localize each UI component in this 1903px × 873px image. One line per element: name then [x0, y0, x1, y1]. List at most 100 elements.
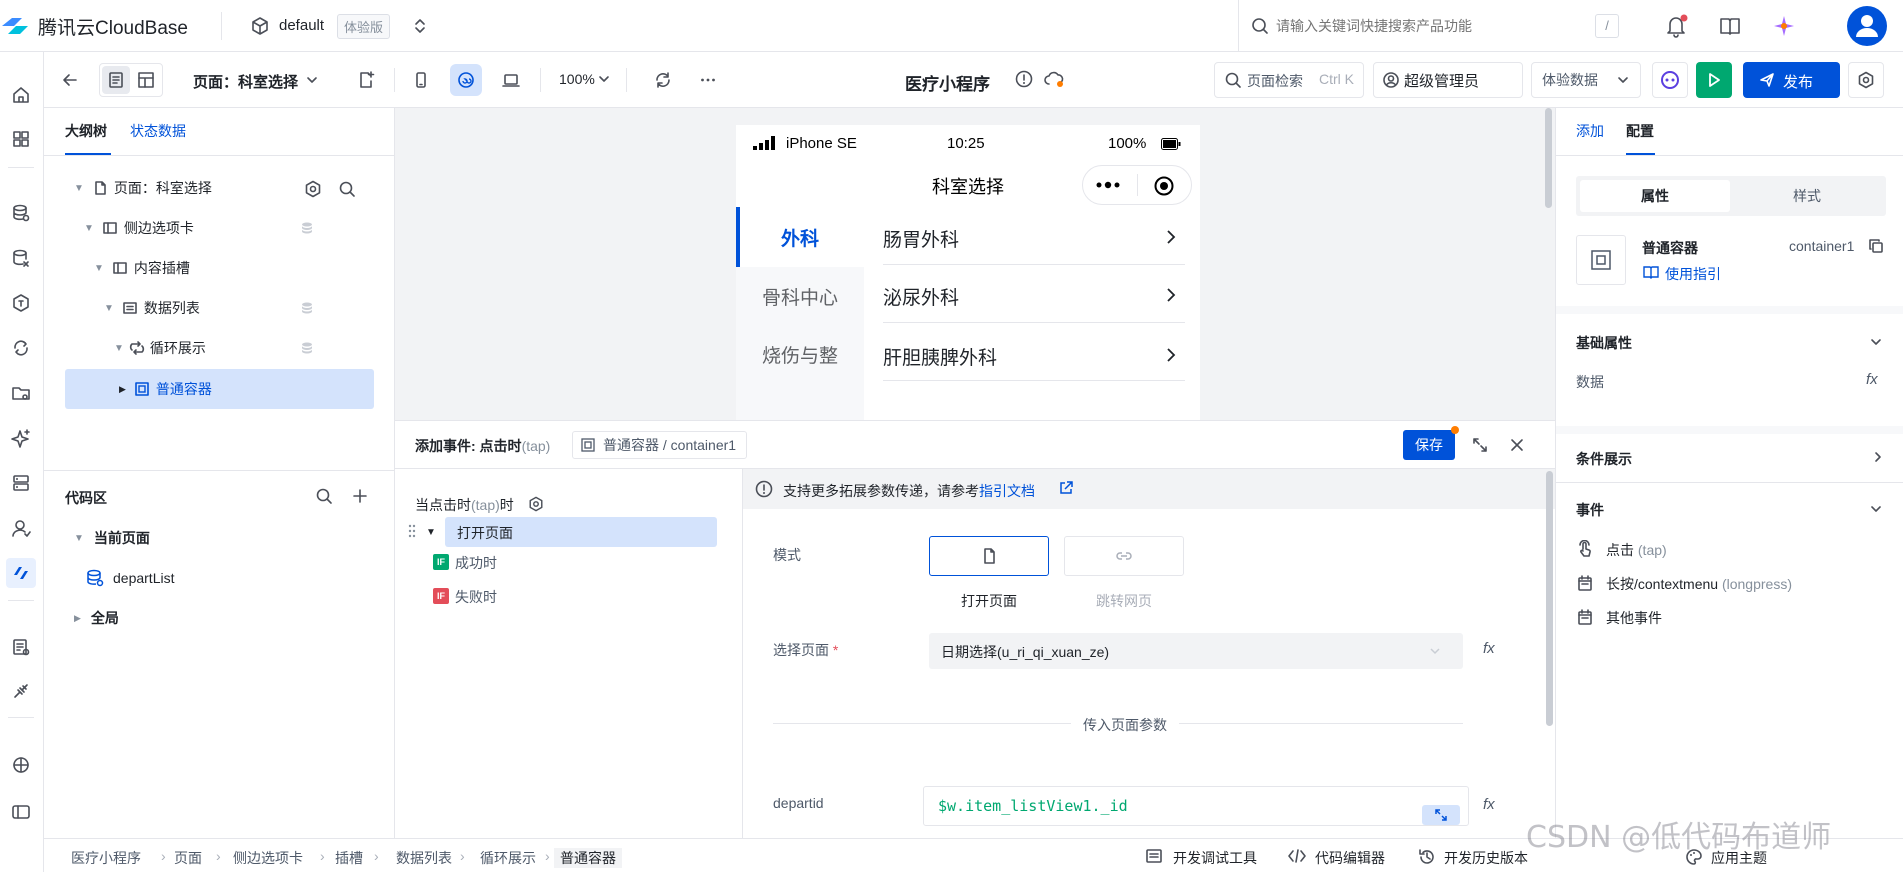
users-icon[interactable] [6, 513, 36, 543]
apps-grid-icon[interactable] [6, 124, 36, 154]
miniprogram-device-icon[interactable] [450, 64, 482, 96]
database-icon[interactable] [6, 198, 36, 228]
breadcrumb-item[interactable]: 页面 [174, 848, 202, 868]
run-preview-button[interactable] [1696, 62, 1732, 98]
code-group-current-page[interactable]: ▼ 当前页面 [74, 520, 384, 556]
tab-config[interactable]: 配置 [1626, 121, 1654, 141]
collapse-sidebar-icon[interactable] [6, 797, 36, 827]
breadcrumb-item[interactable]: 侧边选项卡 [233, 848, 303, 868]
caret-right-icon[interactable]: ▶ [119, 384, 126, 395]
global-search-input[interactable] [1276, 14, 1576, 38]
ai-assistant-icon[interactable] [1772, 14, 1796, 38]
settings-gear-button[interactable] [1848, 62, 1884, 98]
more-horizontal-icon[interactable] [694, 66, 722, 94]
expand-editor-icon[interactable] [1422, 805, 1460, 825]
tree-node-side-tabs[interactable]: ▼ 侧边选项卡 [84, 210, 394, 246]
chevron-down-icon[interactable] [1870, 336, 1882, 348]
side-tab-surgery[interactable]: 外科 [736, 224, 864, 251]
add-code-icon[interactable] [351, 487, 369, 505]
conditional-display-title[interactable]: 条件展示 [1576, 449, 1632, 469]
capsule-menu[interactable] [1082, 165, 1192, 205]
drag-handle-icon[interactable] [407, 523, 417, 539]
fx-expression-button[interactable]: fx [1866, 371, 1878, 388]
back-arrow-icon[interactable] [56, 66, 84, 94]
switch-env-icon[interactable] [413, 16, 427, 36]
event-longpress[interactable]: 长按/contextmenu (longpress) [1606, 574, 1792, 594]
external-link-icon[interactable] [1058, 480, 1074, 496]
layout-icon[interactable] [132, 66, 160, 94]
breadcrumb-item[interactable]: 插槽 [335, 848, 363, 868]
caret-right-icon[interactable]: ▶ [74, 613, 81, 624]
side-tab-orthopedics[interactable]: 骨科中心 [736, 283, 864, 310]
data-model-icon[interactable] [6, 243, 36, 273]
page-settings-icon[interactable] [304, 180, 322, 198]
caret-down-icon[interactable]: ▼ [84, 223, 94, 234]
side-tab-burns[interactable]: 烧伤与整 [736, 341, 864, 368]
trigger-settings-icon[interactable] [528, 496, 544, 512]
list-item[interactable]: 肝胆胰脾外科 [883, 323, 1185, 381]
lowcode-icon[interactable] [6, 558, 36, 588]
tab-state-data[interactable]: 状态数据 [130, 121, 186, 141]
usage-guide-link[interactable]: 使用指引 [1665, 264, 1721, 284]
code-search-icon[interactable] [315, 487, 333, 505]
more-menu-icon[interactable] [1894, 62, 1903, 98]
publish-button[interactable]: 发布 [1743, 62, 1840, 98]
event-click[interactable]: 点击 (tap) [1606, 540, 1667, 560]
chevron-down-icon[interactable] [1870, 503, 1882, 515]
page-list-icon[interactable] [102, 66, 130, 94]
docs-book-icon[interactable] [1718, 14, 1742, 38]
fx-expression-button[interactable]: fx [1483, 640, 1495, 657]
workflow-icon[interactable] [6, 333, 36, 363]
seg-properties[interactable]: 属性 [1580, 180, 1730, 212]
close-icon[interactable] [1508, 436, 1526, 454]
basic-props-title[interactable]: 基础属性 [1576, 333, 1632, 353]
zoom-select[interactable]: 100% [559, 71, 595, 87]
expand-icon[interactable] [1471, 436, 1489, 454]
cloud-sync-icon[interactable] [1042, 67, 1066, 91]
tab-add[interactable]: 添加 [1576, 121, 1604, 141]
history-button[interactable]: 开发历史版本 [1444, 848, 1528, 868]
tree-node-data-list[interactable]: ▼ 数据列表 [104, 290, 414, 326]
mode-web-option[interactable] [1064, 536, 1184, 576]
tree-node-loop[interactable]: ▼ 循环展示 [114, 330, 424, 366]
extensions-icon[interactable] [6, 676, 36, 706]
success-branch[interactable]: 成功时 [455, 553, 497, 573]
tab-outline[interactable]: 大纲树 [65, 121, 107, 141]
ai-copilot-button[interactable] [1652, 62, 1688, 98]
code-item-departlist[interactable]: departList [85, 560, 395, 596]
logs-icon[interactable] [6, 632, 36, 662]
bell-icon[interactable] [1663, 13, 1689, 39]
settings-cube-icon[interactable] [6, 750, 36, 780]
list-item[interactable]: 泌尿外科 [883, 265, 1185, 323]
new-page-icon[interactable] [352, 66, 380, 94]
ai-sparkle-icon[interactable] [6, 423, 36, 453]
caret-down-icon[interactable]: ▼ [74, 533, 84, 544]
chevron-down-icon[interactable] [302, 70, 322, 90]
chevron-right-icon[interactable] [1872, 451, 1884, 463]
caret-down-icon[interactable]: ▼ [74, 183, 84, 194]
current-page-label[interactable]: 页面：科室选择 [193, 71, 298, 92]
action-item-selected[interactable]: 打开页面 [445, 517, 717, 547]
save-button[interactable]: 保存 [1403, 430, 1455, 460]
fx-expression-button[interactable]: fx [1483, 796, 1495, 813]
storage-icon[interactable] [6, 378, 36, 408]
refresh-icon[interactable] [649, 66, 677, 94]
brand-title[interactable]: 腾讯云CloudBase [38, 13, 188, 40]
user-avatar[interactable] [1847, 6, 1887, 46]
tree-node-container[interactable]: ▶ 普通容器 [119, 371, 429, 407]
caret-down-icon[interactable]: ▼ [104, 303, 114, 314]
copy-icon[interactable] [1868, 238, 1884, 254]
home-icon[interactable] [6, 80, 36, 110]
code-group-global[interactable]: ▶ 全局 [74, 600, 384, 636]
tree-node-content-slot[interactable]: ▼ 内容插槽 [94, 250, 404, 286]
breadcrumb-item-current[interactable]: 普通容器 [554, 848, 622, 868]
caret-down-icon[interactable]: ▼ [114, 343, 124, 354]
seg-styles[interactable]: 样式 [1732, 180, 1882, 212]
caret-down-icon[interactable]: ▼ [94, 263, 104, 274]
env-name[interactable]: default [279, 17, 324, 34]
mobile-device-icon[interactable] [407, 66, 435, 94]
page-select[interactable]: 日期选择(u_ri_qi_xuan_ze) [929, 633, 1463, 669]
code-editor-button[interactable]: 代码编辑器 [1315, 848, 1385, 868]
tree-search-icon[interactable] [338, 180, 356, 198]
mode-open-page-option[interactable] [929, 536, 1049, 576]
